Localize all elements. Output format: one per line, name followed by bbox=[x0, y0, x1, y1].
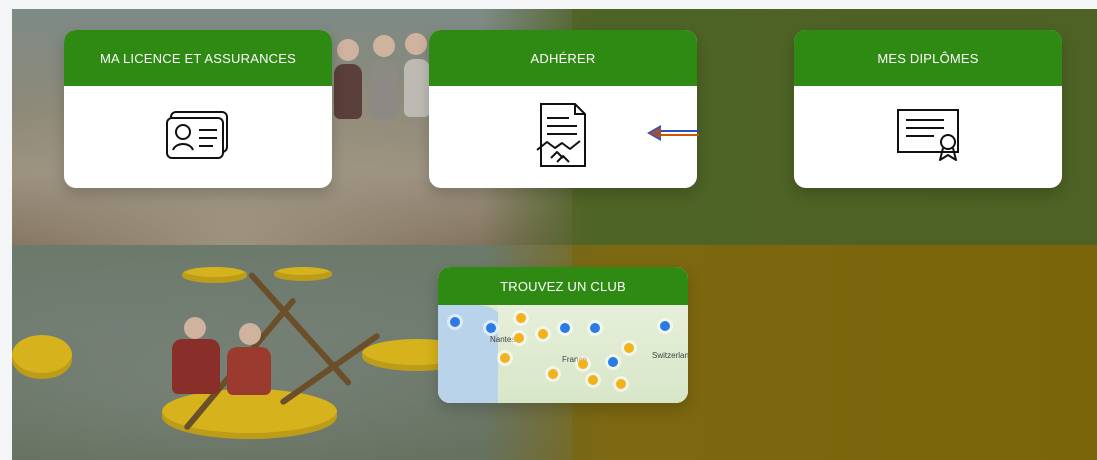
card-diplomes[interactable]: MES DIPLÔMES bbox=[794, 30, 1062, 188]
id-card-icon bbox=[161, 104, 235, 171]
map-marker[interactable] bbox=[514, 333, 524, 343]
person-shape bbox=[370, 61, 398, 119]
map-marker[interactable] bbox=[548, 369, 558, 379]
left-arrow-icon bbox=[645, 124, 701, 142]
card-title: MA LICENCE ET ASSURANCES bbox=[64, 30, 332, 86]
person-shape bbox=[334, 64, 362, 119]
person-head-shape bbox=[405, 33, 427, 55]
card-adherer[interactable]: ADHÉRER bbox=[429, 30, 697, 188]
map-marker[interactable] bbox=[660, 321, 670, 331]
club-finder-title: TROUVEZ UN CLUB bbox=[438, 267, 688, 305]
map-marker[interactable] bbox=[450, 317, 460, 327]
map-marker[interactable] bbox=[588, 375, 598, 385]
map-marker[interactable] bbox=[624, 343, 634, 353]
card-body bbox=[64, 86, 332, 188]
person-head-shape bbox=[373, 35, 395, 57]
kayak-shape bbox=[274, 267, 332, 281]
person-shape bbox=[404, 59, 430, 117]
card-title: ADHÉRER bbox=[429, 30, 697, 86]
kayak-shape bbox=[12, 335, 72, 379]
certificate-icon bbox=[888, 104, 968, 171]
map-marker[interactable] bbox=[486, 323, 496, 333]
person-shape bbox=[227, 347, 271, 395]
contract-handshake-icon bbox=[525, 98, 601, 177]
map-marker[interactable] bbox=[616, 379, 626, 389]
map-marker[interactable] bbox=[516, 313, 526, 323]
map-marker[interactable] bbox=[578, 359, 588, 369]
card-body bbox=[794, 86, 1062, 188]
map-marker[interactable] bbox=[560, 323, 570, 333]
map-marker[interactable] bbox=[500, 353, 510, 363]
person-head-shape bbox=[239, 323, 261, 345]
map-marker[interactable] bbox=[538, 329, 548, 339]
person-head-shape bbox=[184, 317, 206, 339]
map-marker[interactable] bbox=[590, 323, 600, 333]
club-finder-card[interactable]: TROUVEZ UN CLUB Nantes France Switzerlan… bbox=[438, 267, 688, 403]
map-label-nantes: Nantes bbox=[490, 335, 516, 344]
map-label-switzerland: Switzerland bbox=[652, 351, 688, 360]
person-head-shape bbox=[337, 39, 359, 61]
kayak-shape bbox=[162, 389, 337, 439]
person-shape bbox=[172, 339, 220, 394]
card-licence[interactable]: MA LICENCE ET ASSURANCES bbox=[64, 30, 332, 188]
club-map[interactable]: Nantes France Switzerland bbox=[438, 305, 688, 403]
map-marker[interactable] bbox=[608, 357, 618, 367]
card-title: MES DIPLÔMES bbox=[794, 30, 1062, 86]
kayak-shape bbox=[182, 267, 247, 283]
